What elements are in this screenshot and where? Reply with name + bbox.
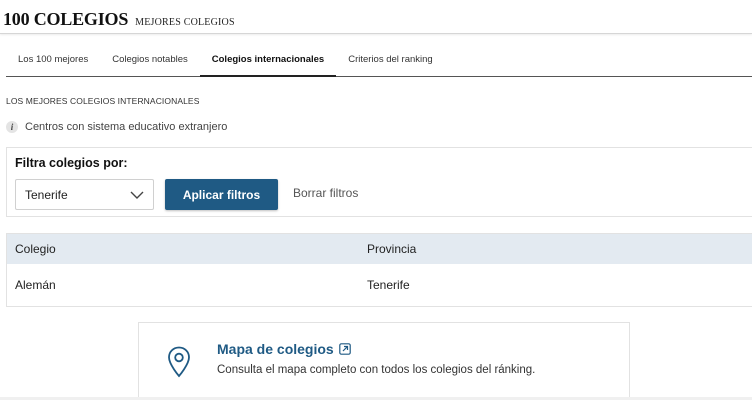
- results-table: Colegio Provincia Alemán Tenerife: [6, 233, 752, 307]
- info-icon: i: [6, 121, 18, 133]
- brand-subtitle: MEJORES COLEGIOS: [135, 17, 235, 28]
- filter-title: Filtra colegios por:: [15, 156, 128, 170]
- info-text: Centros con sistema educativo extranjero: [25, 121, 228, 133]
- cell-colegio: Alemán: [15, 278, 56, 292]
- chevron-down-icon: [130, 191, 144, 199]
- tab-bar: Los 100 mejores Colegios notables Colegi…: [6, 44, 752, 77]
- map-card[interactable]: Mapa de colegios Consulta el mapa comple…: [138, 322, 630, 400]
- external-link-icon: [338, 343, 351, 355]
- map-title-text: Mapa de colegios: [217, 341, 334, 357]
- page: 100 COLEGIOS MEJORES COLEGIOS Los 100 me…: [0, 0, 752, 400]
- map-link[interactable]: Mapa de colegios: [217, 341, 351, 357]
- info-row: i Centros con sistema educativo extranje…: [6, 121, 227, 133]
- map-description: Consulta el mapa completo con todos los …: [217, 364, 536, 376]
- province-select-value: Tenerife: [25, 187, 68, 202]
- cell-provincia: Tenerife: [367, 278, 410, 292]
- header-colegio: Colegio: [15, 242, 56, 256]
- clear-filters-button[interactable]: Borrar filtros: [293, 186, 358, 200]
- tab-colegios-internacionales[interactable]: Colegios internacionales: [199, 44, 337, 77]
- province-select[interactable]: Tenerife: [15, 179, 154, 210]
- filter-panel: Filtra colegios por: Tenerife Aplicar fi…: [6, 147, 752, 217]
- header-provincia: Provincia: [367, 242, 417, 256]
- tab-los-100-mejores[interactable]: Los 100 mejores: [6, 44, 100, 77]
- tab-colegios-notables[interactable]: Colegios notables: [100, 44, 200, 77]
- map-pin-icon: [168, 346, 190, 378]
- site-header: 100 COLEGIOS MEJORES COLEGIOS: [0, 0, 752, 34]
- brand-logo[interactable]: 100 COLEGIOS: [3, 9, 128, 30]
- table-header: Colegio Provincia: [7, 234, 752, 264]
- table-row: Alemán Tenerife: [7, 264, 752, 306]
- section-title: LOS MEJORES COLEGIOS INTERNACIONALES: [6, 96, 200, 106]
- tab-criterios-del-ranking[interactable]: Criterios del ranking: [336, 44, 444, 77]
- apply-filters-button[interactable]: Aplicar filtros: [165, 179, 278, 210]
